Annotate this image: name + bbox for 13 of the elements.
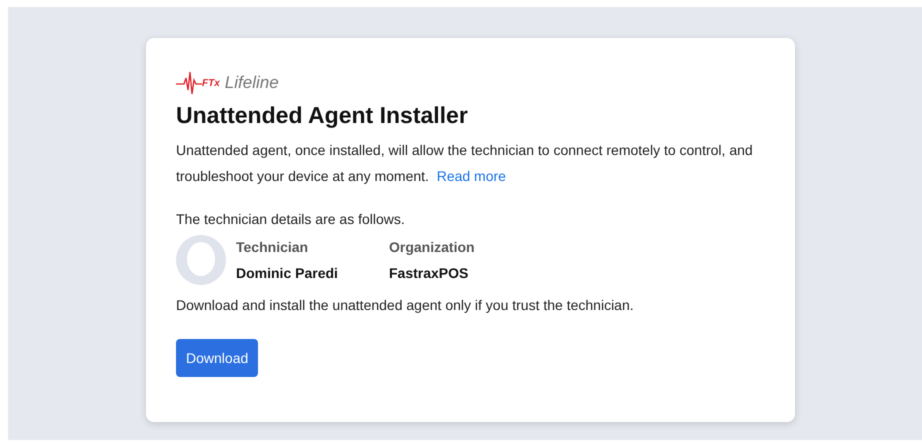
page-title: Unattended Agent Installer (176, 102, 469, 129)
avatar-icon (176, 235, 226, 285)
detail-value: FastraxPOS (389, 265, 470, 281)
logo-name: Lifeline (224, 73, 279, 93)
detail-label: Technician (236, 239, 310, 255)
logo-mark: FTx (202, 78, 220, 88)
read-more-link[interactable]: Read more (436, 168, 506, 184)
details-intro: The technician details are as follows. (176, 211, 406, 227)
description: Unattended agent, once installed, will allow the technician to connect remotely to control, and troubleshoot your device at any moment. Read more (176, 141, 754, 186)
detail-label: Organization (389, 239, 476, 255)
detail-value: Dominic Paredi (236, 265, 339, 281)
download-button[interactable]: Download (176, 339, 258, 377)
trust-warning: Download and install the unattended agent only if you trust the technician. (176, 297, 635, 313)
